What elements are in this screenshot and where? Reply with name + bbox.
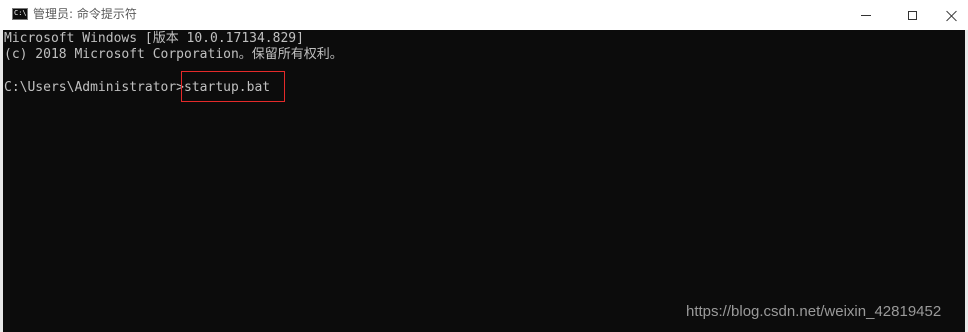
minimize-icon bbox=[861, 14, 871, 16]
command-prompt-window: C:\. 管理员: 命令提示符 Microsoft Windows [版本 10… bbox=[0, 0, 968, 332]
console-prompt: C:\Users\Administrator> bbox=[4, 80, 185, 95]
maximize-button[interactable] bbox=[889, 0, 935, 30]
console-line-version: Microsoft Windows [版本 10.0.17134.829] bbox=[4, 31, 304, 46]
close-icon bbox=[946, 10, 957, 21]
title-bar[interactable]: C:\. 管理员: 命令提示符 bbox=[0, 0, 968, 30]
window-title: 管理员: 命令提示符 bbox=[33, 7, 137, 21]
command-highlight-box bbox=[181, 71, 285, 102]
watermark-text: https://blog.csdn.net/weixin_42819452 bbox=[686, 303, 942, 320]
cmd-icon[interactable]: C:\. bbox=[12, 8, 28, 20]
minimize-button[interactable] bbox=[843, 0, 889, 30]
cmd-icon-glyph: C:\. bbox=[14, 9, 27, 17]
console-line-copyright: (c) 2018 Microsoft Corporation。保留所有权利。 bbox=[4, 47, 343, 62]
close-button[interactable] bbox=[935, 0, 968, 30]
maximize-icon bbox=[907, 10, 917, 20]
console-output[interactable]: Microsoft Windows [版本 10.0.17134.829] (c… bbox=[3, 30, 965, 332]
